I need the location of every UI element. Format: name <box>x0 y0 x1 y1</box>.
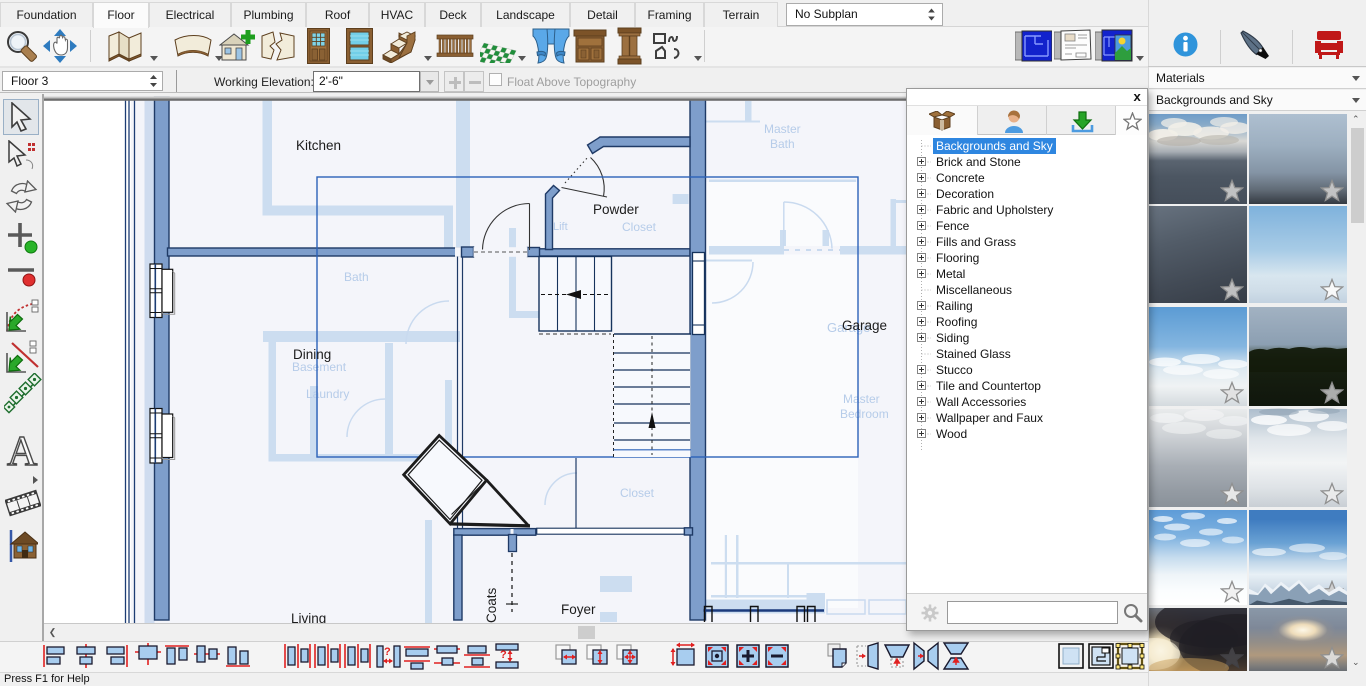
svg-text:?: ? <box>500 649 507 661</box>
svg-text:Coats: Coats <box>484 587 499 623</box>
svg-text:Lift: Lift <box>553 221 568 233</box>
svg-text:Master: Master <box>843 392 880 406</box>
svg-text:Bath: Bath <box>770 137 795 151</box>
svg-text:?: ? <box>384 646 391 658</box>
svg-text:Bath: Bath <box>344 270 369 284</box>
svg-text:Foyer: Foyer <box>561 602 596 617</box>
svg-text:Master: Master <box>764 122 801 136</box>
svg-text:Garage: Garage <box>842 318 887 333</box>
svg-text:A: A <box>7 429 38 470</box>
svg-text:Dining: Dining <box>293 347 331 362</box>
svg-text:Living: Living <box>291 611 326 623</box>
svg-text:Powder: Powder <box>593 202 639 217</box>
svg-text:Kitchen: Kitchen <box>296 138 341 153</box>
svg-text:Closet: Closet <box>622 220 657 234</box>
svg-text:Laundry: Laundry <box>306 387 349 401</box>
svg-text:Bedroom: Bedroom <box>840 407 889 421</box>
svg-text:Closet: Closet <box>620 486 655 500</box>
svg-text:Basement: Basement <box>292 360 347 374</box>
